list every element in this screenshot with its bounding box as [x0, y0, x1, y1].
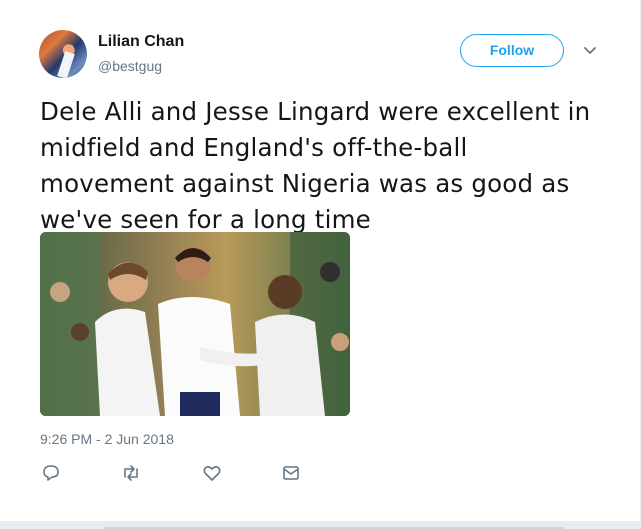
tweet-photo[interactable]	[40, 232, 350, 416]
heart-icon[interactable]	[201, 462, 223, 484]
reply-icon[interactable]	[40, 462, 62, 484]
display-name[interactable]: Lilian Chan	[98, 33, 184, 51]
tweet-text: Dele Alli and Jesse Lingard were excelle…	[40, 97, 591, 234]
chevron-down-icon[interactable]	[580, 40, 600, 60]
tweet-timestamp[interactable]: 9:26 PM - 2 Jun 2018	[40, 431, 174, 447]
retweet-icon[interactable]	[120, 462, 142, 484]
user-handle[interactable]: @bestgug	[98, 58, 162, 74]
follow-button[interactable]: Follow	[460, 34, 564, 67]
avatar[interactable]	[39, 30, 87, 78]
tweet-actions	[40, 462, 340, 486]
tweet-header: Lilian Chan @bestgug Follow	[39, 30, 609, 80]
envelope-icon[interactable]	[280, 462, 302, 484]
card-bottom-divider	[0, 521, 641, 529]
